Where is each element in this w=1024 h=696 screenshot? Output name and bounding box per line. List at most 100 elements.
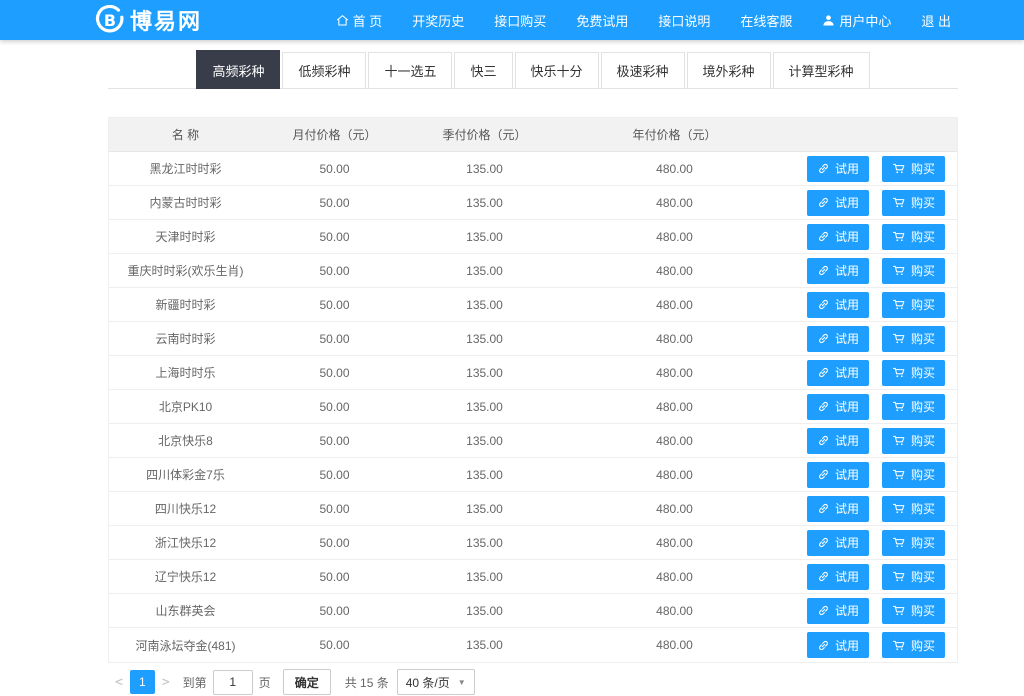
monthly-price: 50.00 [262,468,407,482]
buy-button[interactable]: 购买 [882,462,945,488]
yearly-price: 480.00 [562,638,787,652]
buy-button[interactable]: 购买 [882,496,945,522]
monthly-price: 50.00 [262,400,407,414]
row-actions: 试用 购买 [787,360,957,386]
cart-icon [892,230,906,243]
trial-button[interactable]: 试用 [807,258,869,284]
buy-button[interactable]: 购买 [882,156,945,182]
row-actions: 试用 购买 [787,258,957,284]
tab-speed[interactable]: 极速彩种 [601,52,685,88]
row-actions: 试用 购买 [787,156,957,182]
tab-computed[interactable]: 计算型彩种 [773,52,870,88]
row-actions: 试用 购买 [787,496,957,522]
quarterly-price: 135.00 [407,468,562,482]
main-nav: 首 页 开奖历史 接口购买 免费试用 接口说明 在线客服 用户中心 退 出 [321,0,966,40]
quarterly-price: 135.00 [407,366,562,380]
table-row: 重庆时时彩(欢乐生肖) 50.00 135.00 480.00 试用 [109,254,957,288]
yearly-price: 480.00 [562,230,787,244]
buy-button[interactable]: 购买 [882,258,945,284]
confirm-button[interactable]: 确定 [283,669,331,695]
next-page-icon[interactable]: > [155,675,177,690]
table-row: 天津时时彩 50.00 135.00 480.00 试用 [109,220,957,254]
cart-icon [892,502,906,515]
trial-button[interactable]: 试用 [807,462,869,488]
tab-k3[interactable]: 快三 [454,52,512,88]
nav-home[interactable]: 首 页 [321,0,398,40]
trial-button[interactable]: 试用 [807,598,869,624]
monthly-price: 50.00 [262,230,407,244]
row-actions: 试用 购买 [787,530,957,556]
nav-user-center[interactable]: 用户中心 [807,0,906,40]
buy-button[interactable]: 购买 [882,224,945,250]
trial-button[interactable]: 试用 [807,224,869,250]
nav-label: 接口说明 [658,11,710,30]
trial-button[interactable]: 试用 [807,156,869,182]
yearly-price: 480.00 [562,536,787,550]
buy-button[interactable]: 购买 [882,292,945,318]
trial-button[interactable]: 试用 [807,530,869,556]
brand-logo[interactable]: B 博易网 [95,4,202,36]
prev-page-icon[interactable]: < [108,675,130,690]
buy-button[interactable]: 购买 [882,564,945,590]
page-content: 高频彩种 低频彩种 十一选五 快三 快乐十分 极速彩种 境外彩种 计算型彩种 名… [108,50,958,695]
table-row: 四川体彩金7乐 50.00 135.00 480.00 试用 [109,458,957,492]
nav-draw-history[interactable]: 开奖历史 [397,0,479,40]
buy-button[interactable]: 购买 [882,326,945,352]
trial-label: 试用 [835,262,859,279]
tab-overseas[interactable]: 境外彩种 [687,52,771,88]
trial-label: 试用 [835,194,859,211]
nav-online-service[interactable]: 在线客服 [725,0,807,40]
trial-button[interactable]: 试用 [807,326,869,352]
pagination: < 1 > 到第 页 确定 共 15 条 40 条/页 ▼ [108,669,958,695]
home-icon [336,14,349,27]
buy-button[interactable]: 购买 [882,360,945,386]
monthly-price: 50.00 [262,638,407,652]
nav-logout[interactable]: 退 出 [906,0,966,40]
table-row: 黑龙江时时彩 50.00 135.00 480.00 试用 [109,152,957,186]
yearly-price: 480.00 [562,570,787,584]
page-size-value: 40 条/页 [406,674,450,691]
monthly-price: 50.00 [262,434,407,448]
tab-high-frequency[interactable]: 高频彩种 [196,50,280,89]
trial-button[interactable]: 试用 [807,360,869,386]
top-navbar: B 博易网 首 页 开奖历史 接口购买 免费试用 接口说明 在线客服 用户中心 … [0,0,1024,40]
tab-happy-10[interactable]: 快乐十分 [515,52,599,88]
header-quarterly-price: 季付价格（元） [407,126,562,143]
page-1-button[interactable]: 1 [130,670,155,694]
trial-button[interactable]: 试用 [807,190,869,216]
trial-button[interactable]: 试用 [807,632,869,658]
trial-button[interactable]: 试用 [807,292,869,318]
buy-label: 购买 [911,160,935,177]
lottery-name: 北京快乐8 [109,432,262,449]
page-unit-label: 页 [259,674,271,691]
tab-low-frequency[interactable]: 低频彩种 [282,52,366,88]
nav-free-trial[interactable]: 免费试用 [561,0,643,40]
buy-button[interactable]: 购买 [882,632,945,658]
nav-api-purchase[interactable]: 接口购买 [479,0,561,40]
trial-label: 试用 [835,330,859,347]
tab-11x5[interactable]: 十一选五 [368,52,452,88]
quarterly-price: 135.00 [407,264,562,278]
page-number-input[interactable] [213,670,253,695]
trial-button[interactable]: 试用 [807,496,869,522]
table-row: 云南时时彩 50.00 135.00 480.00 试用 [109,322,957,356]
trial-button[interactable]: 试用 [807,564,869,590]
link-icon [817,298,830,311]
yearly-price: 480.00 [562,400,787,414]
nav-api-docs[interactable]: 接口说明 [643,0,725,40]
trial-button[interactable]: 试用 [807,394,869,420]
table-row: 四川快乐12 50.00 135.00 480.00 试用 [109,492,957,526]
lottery-name: 北京PK10 [109,398,262,415]
buy-button[interactable]: 购买 [882,598,945,624]
link-icon [817,366,830,379]
buy-button[interactable]: 购买 [882,428,945,454]
table-row: 北京快乐8 50.00 135.00 480.00 试用 [109,424,957,458]
link-icon [817,230,830,243]
row-actions: 试用 购买 [787,292,957,318]
trial-button[interactable]: 试用 [807,428,869,454]
buy-button[interactable]: 购买 [882,190,945,216]
page-size-select[interactable]: 40 条/页 ▼ [397,669,475,695]
buy-button[interactable]: 购买 [882,530,945,556]
lottery-name: 新疆时时彩 [109,296,262,313]
buy-button[interactable]: 购买 [882,394,945,420]
